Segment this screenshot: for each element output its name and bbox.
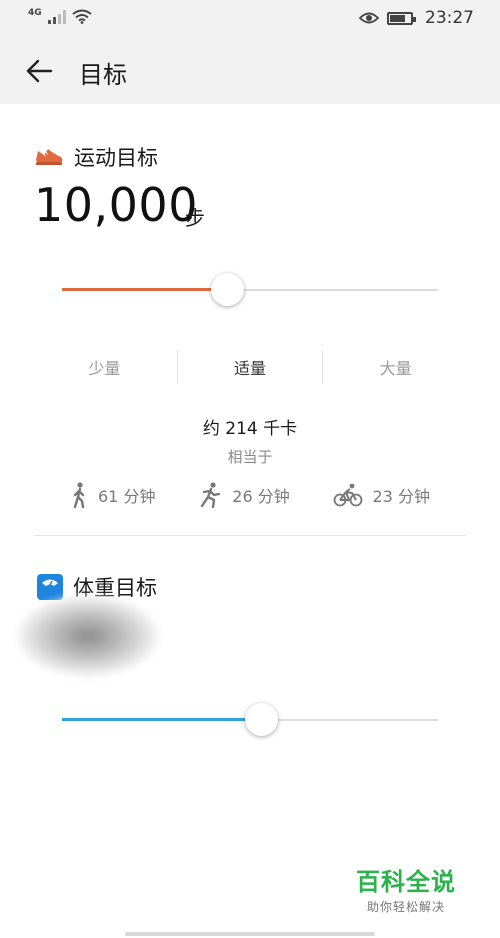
shoe-icon [36,149,63,165]
slider-fill [62,718,262,721]
walking-duration: 61 分钟 [98,487,156,506]
watermark-main-text: 百科全说 [356,868,456,896]
step-goal-value: 10,000 [34,178,198,232]
intensity-levels: 少量 适量 大量 [32,350,468,384]
back-button[interactable] [20,54,58,88]
activity-walking: 61 分钟 [70,482,155,508]
page-title: 目标 [79,61,127,89]
equivalent-label: 相当于 [227,448,273,466]
signal-icon [47,9,66,24]
cycling-icon [333,483,362,507]
running-duration: 26 分钟 [232,487,290,506]
home-indicator [125,932,375,936]
exercise-goal-title: 运动目标 [74,146,158,170]
network-type-label: 4G [28,7,42,18]
activity-running: 26 分钟 [198,482,290,508]
battery-icon [387,11,416,25]
status-right: 23:27 [359,8,474,28]
running-icon [201,482,221,508]
app-bar: 目标 [0,38,500,104]
level-low[interactable]: 少量 [32,350,177,384]
calories-estimate: 约 214 千卡 [202,419,298,439]
activity-cycling: 23 分钟 [333,482,430,508]
exercise-goal-header: 运动目标 [34,142,158,172]
cycling-duration: 23 分钟 [372,487,430,506]
watermark-sub-text: 助你轻松解决 [366,900,445,914]
slider-fill [62,288,228,291]
level-moderate[interactable]: 适量 [176,350,323,384]
status-bar: 4G 23:27 [0,0,500,38]
wifi-icon [72,9,92,24]
walking-icon [73,482,85,508]
slider-thumb[interactable] [245,703,279,736]
watermark-logo: 百科全说 助你轻松解决 [356,862,456,915]
activity-equivalents: 61 分钟 26 分钟 23 分钟 [70,482,430,508]
status-time: 23:27 [425,8,474,28]
arrow-left-icon [26,59,53,83]
weight-goal-slider[interactable] [62,700,438,740]
status-left: 4G [28,7,92,24]
eye-comfort-icon [359,12,379,24]
slider-thumb[interactable] [211,273,245,306]
step-goal-unit: 步 [185,206,205,230]
step-goal-slider[interactable] [62,270,438,310]
blurred-weight-value [18,596,158,676]
level-high[interactable]: 大量 [322,350,468,384]
section-divider [34,535,466,536]
scale-icon [37,574,63,600]
